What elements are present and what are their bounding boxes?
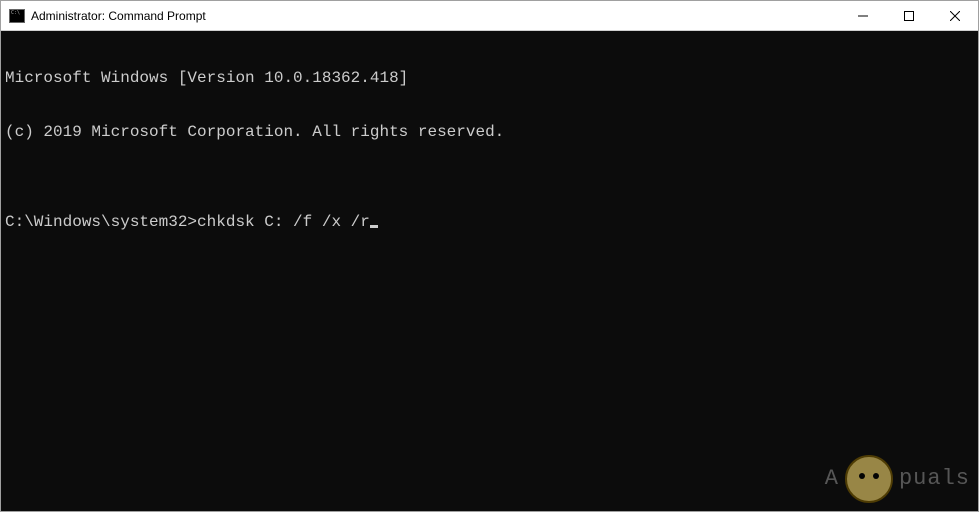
titlebar[interactable]: Administrator: Command Prompt	[1, 1, 978, 31]
cmd-icon	[9, 9, 25, 23]
command-prompt-window: Administrator: Command Prompt Microsoft …	[0, 0, 979, 512]
window-controls	[840, 1, 978, 30]
terminal-command: chkdsk C: /f /x /r	[197, 213, 370, 231]
terminal-prompt-line: C:\Windows\system32>chkdsk C: /f /x /r	[5, 213, 974, 231]
maximize-button[interactable]	[886, 1, 932, 30]
close-button[interactable]	[932, 1, 978, 30]
terminal-area[interactable]: Microsoft Windows [Version 10.0.18362.41…	[1, 31, 978, 511]
terminal-output-line: Microsoft Windows [Version 10.0.18362.41…	[5, 69, 974, 87]
terminal-cursor	[370, 225, 378, 228]
close-icon	[950, 11, 960, 21]
minimize-icon	[858, 11, 868, 21]
watermark-text-right: puals	[899, 470, 970, 488]
terminal-output-line: (c) 2019 Microsoft Corporation. All righ…	[5, 123, 974, 141]
watermark: A puals	[825, 455, 970, 503]
minimize-button[interactable]	[840, 1, 886, 30]
app-icon	[9, 8, 25, 24]
terminal-prompt: C:\Windows\system32>	[5, 213, 197, 231]
maximize-icon	[904, 11, 914, 21]
watermark-face-icon	[845, 455, 893, 503]
watermark-text-left: A	[825, 470, 839, 488]
window-title: Administrator: Command Prompt	[31, 9, 840, 23]
